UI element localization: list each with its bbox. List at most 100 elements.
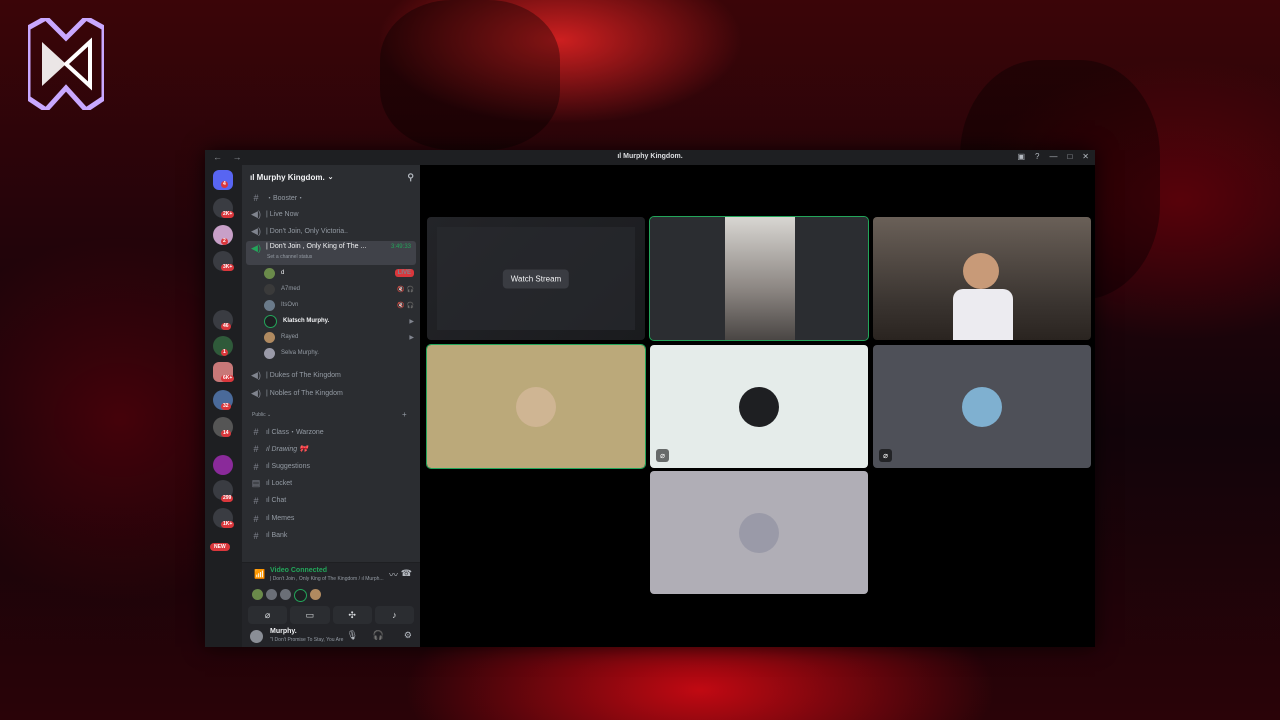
channel-locket[interactable]: ▤ ıl Locket bbox=[246, 476, 416, 491]
hash-icon: # bbox=[253, 513, 259, 524]
speaker-icon: ◀) bbox=[251, 209, 261, 219]
avatar bbox=[264, 299, 275, 311]
screen-share-icon[interactable]: ▭ bbox=[290, 606, 330, 624]
server-rail: 4 2K+ 2 3K+ 46 1 6K+ 32 14 299 1K+ NEW bbox=[205, 165, 242, 647]
avatar bbox=[264, 267, 275, 279]
notification-badge: 1 bbox=[221, 349, 228, 356]
avatar[interactable] bbox=[250, 630, 263, 643]
avatar bbox=[280, 589, 291, 600]
noise-suppression-icon[interactable]: 〰 bbox=[389, 568, 398, 581]
minimize-icon[interactable]: — bbox=[1049, 152, 1057, 161]
voice-user[interactable]: Klatsch Murphy. ▶ bbox=[264, 314, 414, 328]
channel-chat[interactable]: # ıl Chat bbox=[246, 493, 416, 508]
chevron-down-icon: ⌄ bbox=[327, 174, 334, 181]
avatar bbox=[310, 589, 321, 600]
live-badge: LIVE bbox=[394, 269, 414, 277]
gear-icon[interactable]: ⚙ bbox=[404, 630, 412, 641]
hash-icon: # bbox=[253, 461, 259, 472]
participant-tile[interactable] bbox=[426, 344, 646, 469]
voice-user[interactable]: d LIVE bbox=[264, 266, 414, 280]
camera-off-icon: ⌀ bbox=[879, 449, 892, 462]
server-name: ıl Murphy Kingdom. bbox=[250, 172, 325, 182]
notification-badge: 2 bbox=[221, 238, 228, 245]
help-icon[interactable]: ? bbox=[1035, 152, 1039, 161]
channel-booster[interactable]: # ・Booster・ bbox=[246, 190, 416, 205]
soundboard-icon[interactable]: ♪ bbox=[374, 606, 414, 624]
channel-dukes[interactable]: ◀) | Dukes of The Kingdom bbox=[246, 368, 416, 383]
avatar bbox=[294, 589, 307, 602]
channel-nobles[interactable]: ◀) | Nobles of The Kingdom bbox=[246, 386, 416, 401]
forum-icon: ▤ bbox=[251, 478, 261, 488]
new-badge[interactable]: NEW bbox=[210, 543, 230, 551]
maximize-icon[interactable]: □ bbox=[1067, 152, 1072, 161]
server-icon[interactable] bbox=[213, 455, 233, 475]
close-icon[interactable]: ✕ bbox=[1082, 152, 1089, 161]
voice-participants bbox=[252, 589, 321, 602]
avatar bbox=[266, 589, 277, 600]
microphone-icon[interactable]: 🎙 bbox=[347, 630, 358, 641]
channel-suggestions[interactable]: # ıl Suggestions bbox=[246, 459, 416, 474]
voice-user[interactable]: Rayed ▶ bbox=[264, 330, 414, 344]
avatar bbox=[516, 386, 556, 427]
video-icon: ▶ bbox=[409, 318, 414, 325]
voice-user[interactable]: Selva Murphy. bbox=[264, 346, 414, 360]
inbox-icon[interactable]: ▣ bbox=[1017, 152, 1025, 161]
hash-icon: # bbox=[253, 530, 259, 541]
notification-badge: 46 bbox=[221, 323, 231, 330]
voice-location[interactable]: | Don't Join , Only King of The Kingdom … bbox=[270, 576, 384, 582]
speaker-icon: ◀) bbox=[251, 243, 261, 253]
camera-off-icon: ⌀ bbox=[656, 449, 669, 462]
discord-window: ← → ıl Murphy Kingdom. ▣ ? — □ ✕ 4 2K+ 2… bbox=[205, 150, 1095, 647]
avatar bbox=[264, 314, 277, 328]
channel-timer: 3:49:33 bbox=[390, 244, 411, 250]
user-panel: Murphy. "I Don't Promise To Stay, You Ar… bbox=[242, 625, 420, 647]
avatar bbox=[264, 283, 275, 295]
username[interactable]: Murphy. bbox=[270, 628, 297, 635]
avatar bbox=[739, 386, 779, 427]
invite-icon[interactable]: ⚲ bbox=[407, 172, 414, 183]
watch-stream-button[interactable]: Watch Stream bbox=[502, 269, 570, 288]
channel-active-voice[interactable]: ◀) | Don't Join , Only King of The ... 3… bbox=[246, 241, 416, 265]
hash-icon: # bbox=[253, 495, 259, 506]
stream-tile[interactable]: Watch Stream bbox=[427, 217, 645, 340]
camera-off-icon[interactable]: ⌀ bbox=[248, 606, 288, 624]
participant-tile[interactable] bbox=[650, 471, 868, 594]
channel-dont-join-victoria[interactable]: ◀) | Don't Join, Only Victoria.. bbox=[246, 224, 416, 239]
muted-deafened-icon: 🔇 🎧 bbox=[397, 286, 414, 293]
signal-icon[interactable]: 📶 bbox=[254, 569, 265, 580]
participant-tile[interactable]: ⌀ bbox=[873, 345, 1091, 468]
channel-status[interactable]: Set a channel status bbox=[267, 254, 312, 260]
notification-badge: 6K+ bbox=[221, 375, 235, 382]
channel-drawing[interactable]: # ıl Drawing 🎀 bbox=[246, 441, 416, 456]
channel-sidebar: ıl Murphy Kingdom. ⌄ ⚲ # ・Booster・ ◀) | … bbox=[242, 165, 420, 647]
channel-class-warzone[interactable]: # ıl Class・Warzone bbox=[246, 424, 416, 439]
video-tile[interactable] bbox=[873, 217, 1091, 340]
title-bar: ← → ıl Murphy Kingdom. ▣ ? — □ ✕ bbox=[205, 150, 1095, 165]
activities-icon[interactable]: ✣ bbox=[332, 606, 372, 624]
voice-user[interactable]: ItsOvn 🔇 🎧 bbox=[264, 298, 414, 312]
speaker-icon: ◀) bbox=[251, 370, 261, 380]
add-channel-icon[interactable]: + bbox=[402, 410, 407, 419]
avatar bbox=[264, 347, 275, 359]
participant-tile[interactable]: ⌀ bbox=[650, 345, 868, 468]
notification-badge: 4 bbox=[221, 181, 228, 188]
notification-badge: 299 bbox=[221, 495, 234, 502]
channel-memes[interactable]: # ıl Memes bbox=[246, 511, 416, 526]
voice-user[interactable]: A7med 🔇 🎧 bbox=[264, 282, 414, 296]
avatar bbox=[962, 386, 1002, 427]
disconnect-icon[interactable]: ☎ bbox=[401, 568, 412, 579]
background-silhouette bbox=[380, 0, 560, 150]
speaker-icon: ◀) bbox=[251, 226, 261, 236]
category-public[interactable]: Public ⌄ + bbox=[252, 410, 407, 419]
channel-bank[interactable]: # ıl Bank bbox=[246, 528, 416, 543]
hash-icon: # bbox=[253, 426, 259, 437]
channel-live-now[interactable]: ◀) | Live Now bbox=[246, 207, 416, 222]
voice-status[interactable]: Video Connected bbox=[270, 567, 327, 574]
avatar bbox=[252, 589, 263, 600]
window-title: ıl Murphy Kingdom. bbox=[617, 153, 683, 160]
avatar bbox=[264, 331, 275, 343]
brand-logo bbox=[28, 18, 104, 110]
video-tile[interactable] bbox=[649, 216, 869, 341]
server-header[interactable]: ıl Murphy Kingdom. ⌄ ⚲ bbox=[242, 165, 420, 189]
headphones-icon[interactable]: 🎧 bbox=[373, 630, 384, 641]
